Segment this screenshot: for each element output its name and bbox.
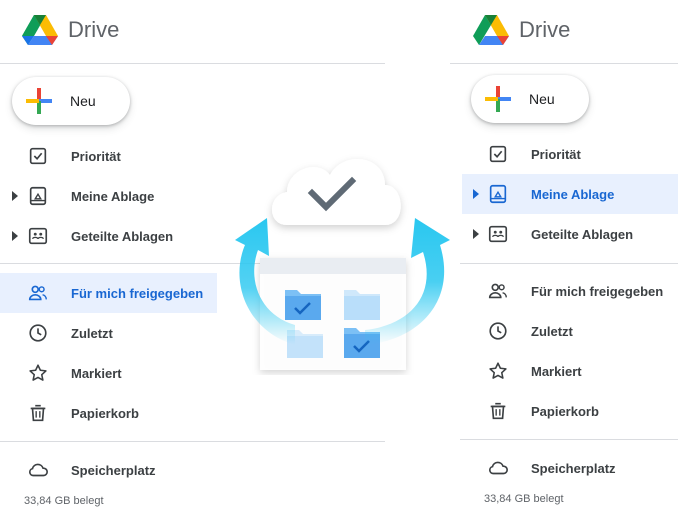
- nav-label: Geteilte Ablagen: [71, 228, 174, 244]
- new-button-label: Neu: [529, 91, 555, 107]
- nav-label: Für mich freigegeben: [71, 285, 204, 301]
- nav-label: Geteilte Ablagen: [531, 226, 634, 242]
- new-button[interactable]: Neu: [12, 77, 130, 125]
- expand-caret-icon[interactable]: [12, 231, 18, 241]
- drive-logo[interactable]: Drive: [473, 14, 570, 46]
- nav-item-meine-ablage[interactable]: Meine Ablage: [0, 176, 217, 216]
- nav-storage[interactable]: Speicherplatz: [460, 448, 678, 488]
- star-icon: [487, 360, 509, 382]
- cloud-check-icon: [272, 158, 401, 225]
- nav-item-zuletzt[interactable]: Zuletzt: [0, 313, 217, 353]
- cloud-icon: [487, 457, 509, 479]
- people-icon: [27, 282, 49, 304]
- storage-divider: [460, 439, 678, 440]
- nav-label: Markiert: [531, 363, 582, 379]
- nav-label: Priorität: [71, 148, 121, 164]
- star-icon: [27, 362, 49, 384]
- nav-divider: [460, 263, 678, 264]
- drive-title: Drive: [519, 17, 571, 42]
- new-button-label: Neu: [70, 93, 96, 109]
- storage-label: Speicherplatz: [531, 460, 616, 476]
- right-sidebar: Drive Neu Priorität Meine Ablage Geteilte …: [450, 0, 678, 523]
- folder-board: [260, 258, 406, 370]
- my-drive-icon: [487, 183, 509, 205]
- nav-item-markiert[interactable]: Markiert: [462, 351, 678, 391]
- storage-usage: 33,84 GB belegt: [484, 493, 564, 505]
- nav-item-priorität[interactable]: Priorität: [462, 134, 678, 174]
- nav-label: Meine Ablage: [71, 188, 155, 204]
- drive-title: Drive: [68, 17, 120, 42]
- nav-label: Papierkorb: [531, 403, 599, 419]
- storage-label: Speicherplatz: [71, 462, 156, 478]
- nav-label: Zuletzt: [531, 323, 573, 339]
- priority-checkbox-icon: [27, 145, 49, 167]
- plus-icon: [485, 86, 511, 112]
- storage-usage: 33,84 GB belegt: [24, 495, 104, 507]
- drive-logo-icon: [473, 15, 509, 45]
- nav-label: Priorität: [531, 146, 581, 162]
- header-divider: [0, 63, 385, 64]
- drive-logo-icon: [22, 15, 58, 45]
- nav-label: Papierkorb: [71, 405, 139, 421]
- shared-drives-icon: [487, 223, 509, 245]
- nav-item-papierkorb[interactable]: Papierkorb: [462, 391, 678, 431]
- nav-item-für-mich-freigegeben[interactable]: Für mich freigegeben: [0, 273, 217, 313]
- nav-storage[interactable]: Speicherplatz: [0, 450, 217, 490]
- shared-drives-icon: [27, 225, 49, 247]
- new-button[interactable]: Neu: [471, 75, 589, 123]
- drive-logo[interactable]: Drive: [22, 14, 119, 46]
- plus-icon: [26, 88, 52, 114]
- nav-item-meine-ablage[interactable]: Meine Ablage: [462, 174, 678, 214]
- nav-label: Zuletzt: [71, 325, 113, 341]
- folder-icon: [344, 290, 380, 320]
- nav-label: Meine Ablage: [531, 186, 615, 202]
- storage-divider: [0, 441, 385, 442]
- nav-item-markiert[interactable]: Markiert: [0, 353, 217, 393]
- header-divider: [450, 63, 678, 64]
- nav-item-geteilte-ablagen[interactable]: Geteilte Ablagen: [0, 216, 217, 256]
- expand-caret-icon[interactable]: [473, 229, 479, 239]
- trash-icon: [27, 402, 49, 424]
- clock-icon: [27, 322, 49, 344]
- clock-icon: [487, 320, 509, 342]
- nav-item-papierkorb[interactable]: Papierkorb: [0, 393, 217, 433]
- people-icon: [487, 280, 509, 302]
- cloud-icon: [27, 459, 49, 481]
- sync-illustration: [225, 140, 460, 375]
- nav-item-priorität[interactable]: Priorität: [0, 136, 217, 176]
- nav-label: Markiert: [71, 365, 122, 381]
- priority-checkbox-icon: [487, 143, 509, 165]
- nav-item-zuletzt[interactable]: Zuletzt: [462, 311, 678, 351]
- expand-caret-icon[interactable]: [12, 191, 18, 201]
- expand-caret-icon[interactable]: [473, 189, 479, 199]
- folder-checked-icon: [285, 290, 321, 320]
- nav-item-für-mich-freigegeben[interactable]: Für mich freigegeben: [462, 271, 678, 311]
- trash-icon: [487, 400, 509, 422]
- nav-label: Für mich freigegeben: [531, 283, 664, 299]
- nav-item-geteilte-ablagen[interactable]: Geteilte Ablagen: [462, 214, 678, 254]
- my-drive-icon: [27, 185, 49, 207]
